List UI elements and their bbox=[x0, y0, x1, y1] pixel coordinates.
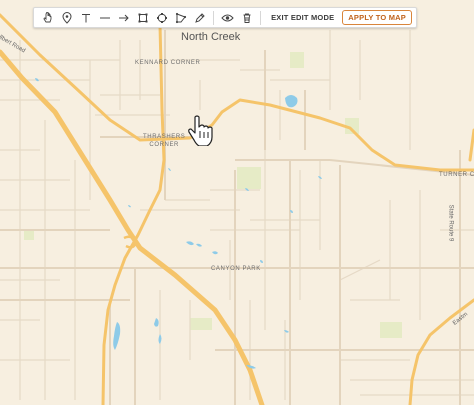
rectangle-icon[interactable] bbox=[133, 9, 152, 26]
arrow-icon[interactable] bbox=[114, 9, 133, 26]
place-label-kennard-corner: KENNARD CORNER bbox=[135, 60, 201, 66]
apply-to-map-button[interactable]: APPLY TO MAP bbox=[342, 10, 412, 25]
polygon-icon[interactable] bbox=[171, 9, 190, 26]
exit-edit-mode-button[interactable]: EXIT EDIT MODE bbox=[271, 13, 334, 22]
map-pin-icon[interactable] bbox=[57, 9, 76, 26]
text-icon[interactable] bbox=[76, 9, 95, 26]
toolbar-divider bbox=[260, 10, 262, 25]
hand-pointer-icon[interactable] bbox=[38, 9, 57, 26]
place-label-canyon-park: CANYON PARK bbox=[211, 266, 261, 272]
pen-icon[interactable] bbox=[190, 9, 209, 26]
eye-icon[interactable] bbox=[218, 9, 237, 26]
place-label-thrashers-line-2: CORNER bbox=[149, 142, 179, 148]
edit-toolbar: EXIT EDIT MODE APPLY TO MAP bbox=[33, 7, 417, 28]
place-label-thrashers-corner: THRASHERS CORNER bbox=[143, 133, 185, 149]
road-label-state-route-9: State Route 9 bbox=[447, 204, 454, 242]
place-label-turner: TURNER CO bbox=[439, 172, 474, 178]
toolbar-divider bbox=[213, 10, 215, 25]
hand-cursor-icon bbox=[188, 114, 214, 151]
trash-icon[interactable] bbox=[237, 9, 256, 26]
place-label-thrashers-line-1: THRASHERS bbox=[143, 134, 186, 140]
park-areas bbox=[24, 52, 402, 338]
water-bodies bbox=[35, 78, 322, 369]
city-label-north-creek: North Creek bbox=[181, 31, 241, 43]
line-icon[interactable] bbox=[95, 9, 114, 26]
map-view[interactable]: North Creek KENNARD CORNER THRASHERS COR… bbox=[0, 0, 474, 405]
map-canvas[interactable] bbox=[0, 0, 474, 405]
circle-icon[interactable] bbox=[152, 9, 171, 26]
